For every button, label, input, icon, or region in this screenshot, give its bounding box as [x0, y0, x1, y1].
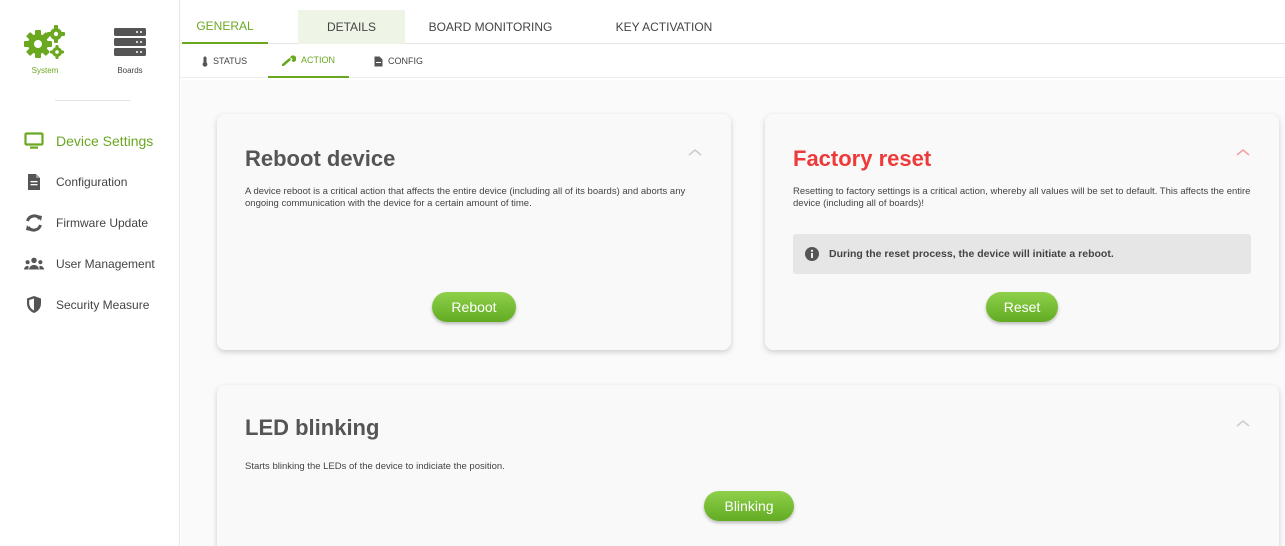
sidebar-item-firmware-update[interactable]: Firmware Update — [0, 202, 180, 243]
reset-info-text: During the reset process, the device wil… — [829, 248, 1114, 260]
reboot-button[interactable]: Reboot — [432, 292, 516, 322]
sidebar-item-label: Firmware Update — [56, 215, 149, 230]
tab-details[interactable]: DETAILS — [298, 10, 405, 44]
sidebar-item-label: Security Measure — [56, 297, 150, 312]
sidebar: System Boards Device Settings Configurat… — [0, 0, 180, 546]
boards-label: Boards — [117, 66, 143, 75]
sidebar-item-label: Device Settings — [56, 132, 154, 149]
led-blinking-card: LED blinking Starts blinking the LEDs of… — [217, 385, 1279, 546]
reset-button[interactable]: Reset — [986, 292, 1058, 322]
led-blinking-description: Starts blinking the LEDs of the device t… — [245, 461, 505, 472]
main-content: Reboot device A device reboot is a criti… — [181, 80, 1285, 546]
sidebar-item-label: User Management — [56, 256, 155, 271]
subtab-status-label: STATUS — [213, 56, 248, 66]
thermometer-icon — [202, 56, 208, 67]
sub-tabs: STATUS ACTION CONFIG — [180, 44, 1285, 78]
boards-button[interactable]: Boards — [100, 22, 160, 75]
main-tabs: GENERAL DETAILS BOARD MONITORING KEY ACT… — [180, 10, 1285, 44]
chevron-up-icon[interactable] — [687, 144, 703, 160]
shield-icon — [24, 295, 44, 315]
subtab-action-label: ACTION — [301, 55, 336, 65]
wrench-icon — [282, 55, 296, 66]
factory-reset-card: Factory reset Resetting to factory setti… — [765, 114, 1279, 350]
factory-reset-description: Resetting to factory settings is a criti… — [793, 186, 1251, 209]
sidebar-divider — [55, 100, 130, 101]
blinking-button[interactable]: Blinking — [704, 491, 794, 521]
reset-info-box: During the reset process, the device wil… — [793, 234, 1251, 274]
subtab-config[interactable]: CONFIG — [374, 44, 423, 78]
document-icon — [24, 172, 44, 192]
document-icon — [374, 56, 383, 66]
subtab-config-label: CONFIG — [388, 56, 423, 66]
reboot-title: Reboot device — [245, 146, 396, 171]
sidebar-item-configuration[interactable]: Configuration — [0, 161, 180, 202]
sidebar-nav: Device Settings Configuration Firmware U… — [0, 120, 180, 325]
gears-icon — [15, 22, 75, 62]
top-icon-row: System Boards — [0, 22, 180, 82]
server-icon — [100, 22, 160, 62]
system-button[interactable]: System — [15, 22, 75, 75]
reboot-description: A device reboot is a critical action tha… — [245, 186, 686, 209]
chevron-up-icon[interactable] — [1235, 415, 1251, 431]
users-icon — [24, 254, 44, 274]
factory-reset-title: Factory reset — [793, 146, 932, 171]
tab-key-activation[interactable]: KEY ACTIVATION — [605, 10, 723, 44]
led-blinking-title: LED blinking — [245, 415, 380, 440]
reboot-card: Reboot device A device reboot is a criti… — [217, 114, 731, 350]
chevron-up-icon[interactable] — [1235, 144, 1251, 160]
sidebar-item-security-measure[interactable]: Security Measure — [0, 284, 180, 325]
info-icon — [805, 247, 819, 261]
monitor-icon — [24, 131, 44, 151]
refresh-icon — [24, 213, 44, 233]
tab-board-monitoring[interactable]: BOARD MONITORING — [423, 10, 558, 44]
subtab-status[interactable]: STATUS — [202, 44, 247, 78]
tab-general[interactable]: GENERAL — [182, 10, 268, 44]
subtab-action[interactable]: ACTION — [268, 44, 350, 78]
sidebar-item-device-settings[interactable]: Device Settings — [0, 120, 180, 161]
sidebar-item-user-management[interactable]: User Management — [0, 243, 180, 284]
system-label: System — [31, 66, 59, 75]
sidebar-item-label: Configuration — [56, 174, 128, 189]
